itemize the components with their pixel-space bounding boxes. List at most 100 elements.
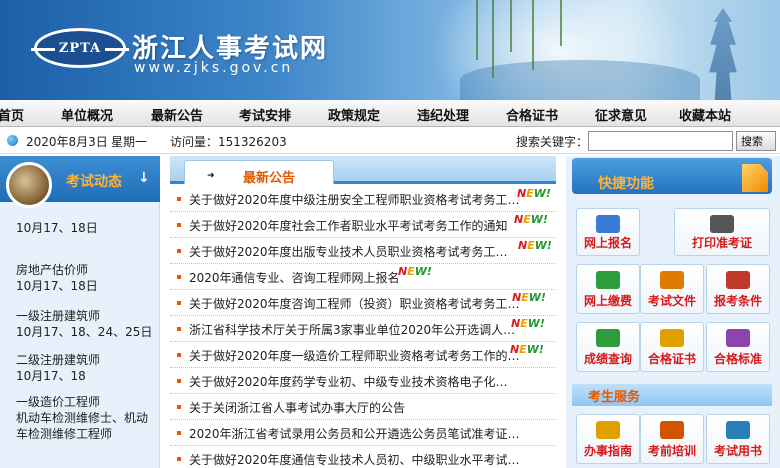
nav-item-certificates[interactable]: 合格证书 bbox=[506, 105, 558, 124]
student-service-button[interactable]: 办事指南 bbox=[576, 414, 640, 464]
notice-title[interactable]: 关于做好2020年度通信专业技术人员初、中级职业水平考试… bbox=[189, 451, 520, 468]
student-service-label: 考前培训 bbox=[647, 444, 696, 458]
new-badge-letter: E bbox=[527, 239, 535, 252]
notice-item[interactable]: 关于做好2020年度中级注册安全工程师职业资格考试考务工… NEW! bbox=[170, 186, 556, 212]
list-item[interactable]: 10月17、18、24、25日 bbox=[16, 324, 154, 340]
list-item[interactable]: 机动车检测维修士、机动车检测维修工程师 bbox=[16, 410, 154, 442]
willow-branch bbox=[492, 0, 494, 78]
tab-latest-notices[interactable]: ➜ 最新公告 bbox=[184, 160, 334, 186]
search-button[interactable]: 搜索 bbox=[736, 131, 776, 151]
laptop-icon bbox=[596, 215, 620, 233]
notice-title[interactable]: 关于做好2020年度一级造价工程师职业资格考试考务工作的… bbox=[189, 347, 520, 364]
student-service-button[interactable]: 考前培训 bbox=[640, 414, 704, 464]
notice-item[interactable]: 关于做好2020年度咨询工程师（投资）职业资格考试考务工… NEW! bbox=[170, 290, 556, 316]
notice-item[interactable]: 关于做好2020年度一级造价工程师职业资格考试考务工作的… NEW! bbox=[170, 342, 556, 368]
search-input[interactable] bbox=[588, 131, 733, 151]
list-item[interactable]: 房地产估价师 bbox=[16, 262, 154, 278]
header-banner: ZPTA 浙江人事考试网 www.zjks.gov.cn bbox=[0, 0, 780, 100]
bullet-icon bbox=[177, 197, 181, 201]
nav-item-about[interactable]: 单位概况 bbox=[61, 105, 113, 124]
nav-item-bookmark[interactable]: 收藏本站 bbox=[679, 105, 731, 124]
notice-item[interactable]: 2020年通信专业、咨询工程师网上报名 NEW! bbox=[170, 264, 556, 290]
quick-function-button[interactable]: 考试文件 bbox=[640, 264, 704, 314]
list-item[interactable]: 一级注册建筑师 bbox=[16, 308, 154, 324]
notice-title[interactable]: 浙江省科学技术厅关于所属3家事业单位2020年公开选调人… bbox=[189, 321, 515, 338]
willow-branch bbox=[510, 0, 512, 52]
globe-icon bbox=[7, 135, 18, 146]
notice-title[interactable]: 2020年浙江省考试录用公务员和公开遴选公务员笔试准考证… bbox=[189, 425, 520, 442]
quick-function-button[interactable]: 打印准考证 bbox=[674, 208, 770, 256]
new-badge-letter: ! bbox=[542, 213, 548, 226]
bullet-icon bbox=[177, 405, 181, 409]
nav-item-policy[interactable]: 政策规定 bbox=[328, 105, 380, 124]
list-item[interactable]: 二级注册建筑师 bbox=[16, 352, 154, 368]
nav-item-feedback[interactable]: 征求意见 bbox=[595, 105, 647, 124]
notice-title[interactable]: 关于做好2020年度社会工作者职业水平考试考务工作的通知 bbox=[189, 217, 508, 234]
quick-function-label: 合格标准 bbox=[713, 352, 762, 366]
new-badge-letter: N bbox=[517, 187, 527, 200]
quick-function-label: 网上缴费 bbox=[583, 294, 632, 308]
search-label: 搜索关键字： bbox=[516, 135, 589, 149]
tab-label: 最新公告 bbox=[243, 171, 296, 186]
nav-item-violations[interactable]: 违纪处理 bbox=[417, 105, 469, 124]
new-badge: NEW! bbox=[511, 317, 545, 330]
book-icon bbox=[726, 421, 750, 439]
nav-item-home[interactable]: 首页 bbox=[0, 105, 24, 124]
notice-title[interactable]: 关于做好2020年度出版专业技术人员职业资格考试考务工… bbox=[189, 243, 508, 260]
new-badge: NEW! bbox=[510, 343, 544, 356]
exam-news-list: 10月17、18日 房地产估价师 10月17、18日 一级注册建筑师 10月17… bbox=[0, 204, 160, 466]
quick-function-button[interactable]: 合格标准 bbox=[706, 322, 770, 372]
bullet-icon bbox=[177, 431, 181, 435]
bullet-icon bbox=[177, 249, 181, 253]
quick-function-label: 考试文件 bbox=[647, 294, 696, 308]
new-badge-letter: W bbox=[530, 213, 543, 226]
new-badge-letter: N bbox=[512, 291, 522, 304]
nav-item-schedule[interactable]: 考试安排 bbox=[239, 105, 291, 124]
site-url: www.zjks.gov.cn bbox=[134, 60, 294, 76]
student-service-label: 办事指南 bbox=[583, 444, 632, 458]
notice-title[interactable]: 关于做好2020年度药学专业初、中级专业技术资格电子化… bbox=[189, 373, 508, 390]
list-item[interactable]: 10月17、18日 bbox=[16, 220, 154, 236]
new-badge: NEW! bbox=[514, 213, 548, 226]
current-weekday: 星期一 bbox=[111, 135, 148, 149]
notice-item[interactable]: 2020年浙江省考试录用公务员和公开遴选公务员笔试准考证… bbox=[170, 420, 556, 446]
notice-item[interactable]: 关于做好2020年度药学专业初、中级专业技术资格电子化… bbox=[170, 368, 556, 394]
notice-title[interactable]: 2020年通信专业、咨询工程师网上报名 bbox=[189, 269, 400, 286]
notice-item[interactable]: 关于做好2020年度出版专业技术人员职业资格考试考务工… NEW! bbox=[170, 238, 556, 264]
notice-item[interactable]: 关于关闭浙江省人事考试办事大厅的公告 bbox=[170, 394, 556, 420]
list-item[interactable]: 一级造价工程师 bbox=[16, 394, 154, 410]
bullet-icon bbox=[177, 275, 181, 279]
quick-function-button[interactable]: 成绩查询 bbox=[576, 322, 640, 372]
current-date: 2020年8月3日 bbox=[26, 135, 108, 149]
quick-function-button[interactable]: 网上缴费 bbox=[576, 264, 640, 314]
info-bar: 2020年8月3日 星期一 访问量：151326203 搜索关键字： 搜索 bbox=[0, 128, 780, 154]
notice-item[interactable]: 浙江省科学技术厅关于所属3家事业单位2020年公开选调人… NEW! bbox=[170, 316, 556, 342]
quick-function-button[interactable]: 网上报名 bbox=[576, 208, 640, 256]
new-badge-letter: E bbox=[523, 213, 531, 226]
pagoda-image bbox=[709, 8, 737, 100]
list-item[interactable]: 10月17、18日 bbox=[16, 278, 154, 294]
new-badge-letter: N bbox=[511, 317, 521, 330]
new-badge: NEW! bbox=[398, 265, 432, 278]
site-logo[interactable]: ZPTA bbox=[31, 28, 129, 68]
notice-title[interactable]: 关于做好2020年度中级注册安全工程师职业资格考试考务工… bbox=[189, 191, 520, 208]
quick-function-button[interactable]: 报考条件 bbox=[706, 264, 770, 314]
list-item[interactable]: 10月17、18 bbox=[16, 368, 154, 384]
guide-icon bbox=[596, 421, 620, 439]
willow-branch bbox=[476, 0, 478, 60]
notice-title[interactable]: 关于关闭浙江省人事考试办事大厅的公告 bbox=[189, 399, 405, 416]
user-icon bbox=[726, 271, 750, 289]
bullet-icon bbox=[177, 223, 181, 227]
bullet-icon bbox=[177, 353, 181, 357]
notice-item[interactable]: 关于做好2020年度通信专业技术人员初、中级职业水平考试… bbox=[170, 446, 556, 468]
quick-function-button[interactable]: 合格证书 bbox=[640, 322, 704, 372]
banner-hill bbox=[460, 60, 700, 100]
new-badge-letter: E bbox=[407, 265, 415, 278]
arrow-down-icon[interactable]: ↓ bbox=[138, 170, 150, 186]
new-badge: NEW! bbox=[518, 239, 552, 252]
student-service-button[interactable]: 考试用书 bbox=[706, 414, 770, 464]
notice-title[interactable]: 关于做好2020年度咨询工程师（投资）职业资格考试考务工… bbox=[189, 295, 520, 312]
quick-function-label: 打印准考证 bbox=[691, 236, 752, 250]
notice-item[interactable]: 关于做好2020年度社会工作者职业水平考试考务工作的通知 NEW! bbox=[170, 212, 556, 238]
nav-item-notices[interactable]: 最新公告 bbox=[151, 105, 203, 124]
